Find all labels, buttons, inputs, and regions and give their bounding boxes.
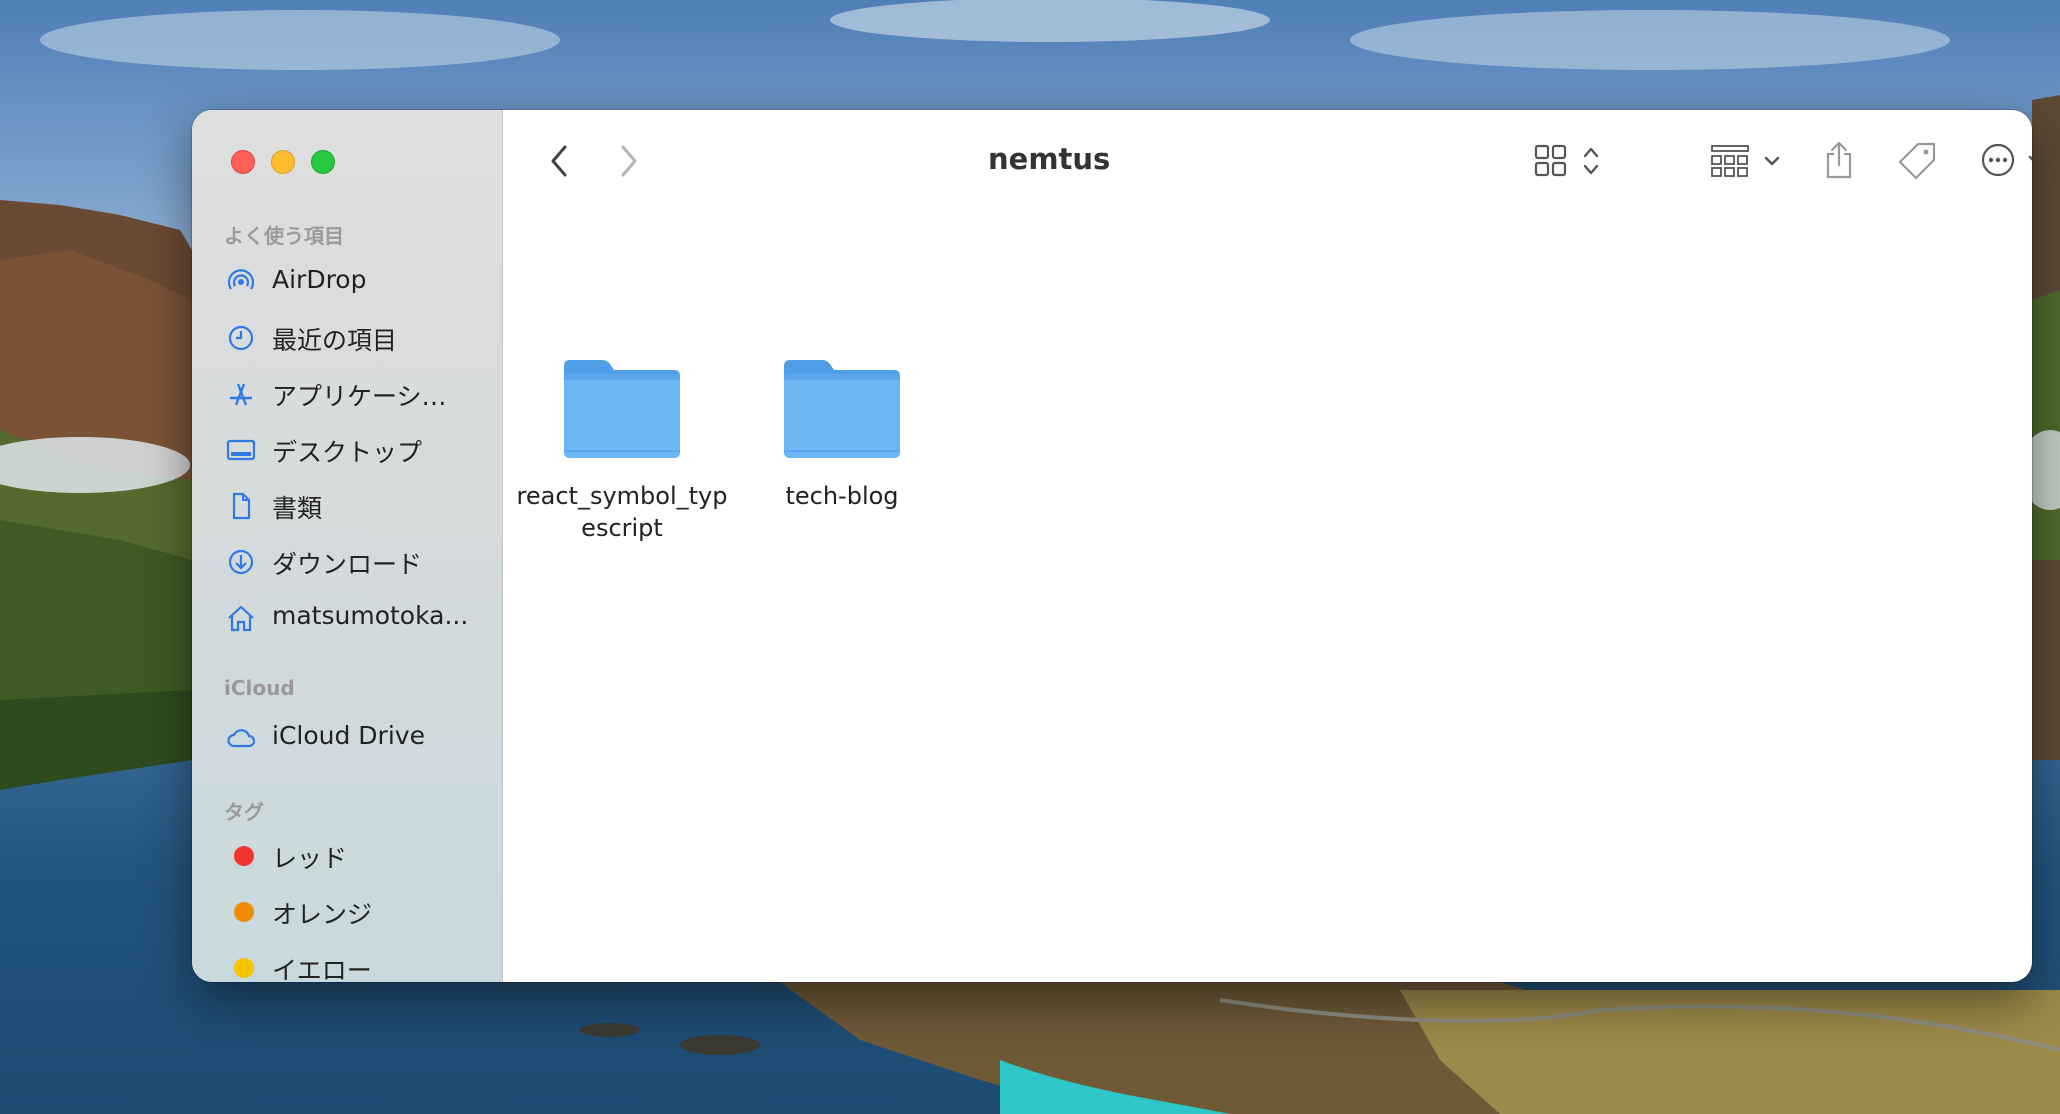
close-window-button[interactable] [231,150,255,174]
window-title: nemtus [988,142,1111,176]
chevron-right-icon[interactable] [618,144,640,178]
sidebar-item-documents[interactable]: 書類 [192,480,492,530]
sidebar-item-downloads[interactable]: ダウンロード [192,536,492,586]
applications-icon [230,383,252,406]
folder-icon [784,360,900,458]
tag-color-dot [234,958,254,978]
folder-item[interactable]: tech-blog [732,358,952,512]
finder-window: よく使う項目 AirDrop 最近の項目 アプリケーシ… デスクトップ 書類 ダ… [192,110,2032,982]
sidebar-item-label: iCloud Drive [272,721,425,750]
file-name-label: react_symbol_typescript [516,482,728,542]
section-title-tags: タグ [224,800,264,824]
share-icon[interactable] [1822,140,1856,180]
zoom-window-button[interactable] [311,150,335,174]
sidebar-item-home[interactable]: matsumotoka... [192,592,492,642]
tag-icon[interactable] [1896,140,1940,182]
sidebar-item-applications[interactable]: アプリケーシ… [192,368,492,418]
sidebar-item-label: デスクトップ [272,438,423,467]
sidebar-item-label: AirDrop [272,265,367,294]
sidebar-item-label: ダウンロード [272,550,423,579]
download-icon [228,549,254,575]
section-title-favorites: よく使う項目 [224,224,344,248]
section-title-icloud: iCloud [224,676,295,700]
sidebar-tag-red[interactable]: レッド [192,830,492,880]
sidebar-item-desktop[interactable]: デスクトップ [192,424,492,474]
sidebar-item-icloud-drive[interactable]: iCloud Drive [192,712,492,762]
airdrop-icon [227,269,255,290]
tag-color-dot [234,902,254,922]
sidebar-item-airdrop[interactable]: AirDrop [192,256,492,306]
minimize-window-button[interactable] [271,150,295,174]
folder-item[interactable]: react_symbol_typescript [512,358,732,544]
sidebar-item-label: イエロー [272,956,372,982]
icon-grid-icon[interactable] [1534,144,1606,178]
sidebar-item-label: アプリケーシ… [272,382,447,411]
chevron-left-icon[interactable] [548,144,570,178]
sidebar-item-label: レッド [272,844,348,873]
clock-icon [228,325,254,351]
document-icon [232,492,251,520]
ellipsis-circle-icon[interactable] [1980,142,2032,178]
sidebar-item-label: matsumotoka... [272,601,469,630]
tag-color-dot [234,846,254,866]
sidebar-tag-yellow[interactable]: イエロー [192,942,492,982]
group-icon[interactable] [1710,144,1786,178]
toolbar: nemtus [502,110,2032,210]
sidebar-item-label: オレンジ [272,900,373,929]
sidebar: よく使う項目 AirDrop 最近の項目 アプリケーシ… デスクトップ 書類 ダ… [192,110,503,982]
file-name-label: tech-blog [785,482,899,510]
home-icon [228,605,254,632]
sidebar-tag-orange[interactable]: オレンジ [192,886,492,936]
file-browser-content: react_symbol_typescript tech-blog [502,210,2032,982]
cloud-icon [227,729,256,748]
sidebar-item-recents[interactable]: 最近の項目 [192,312,492,362]
folder-icon [564,360,680,458]
desktop-icon [226,439,256,461]
sidebar-item-label: 書類 [272,494,323,523]
sidebar-item-label: 最近の項目 [272,326,398,355]
